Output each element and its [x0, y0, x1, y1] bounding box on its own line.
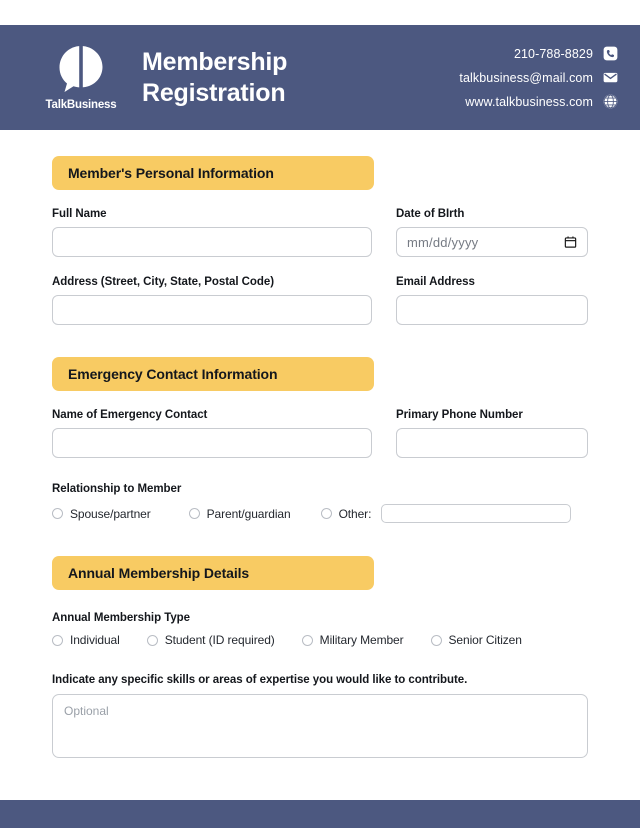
address-field-group: Address (Street, City, State, Postal Cod…: [52, 276, 372, 325]
membership-option-student[interactable]: Student (ID required): [146, 633, 275, 647]
emergency-name-input[interactable]: [52, 428, 372, 458]
emergency-row-1: Name of Emergency Contact Primary Phone …: [52, 409, 588, 458]
page-title-line2: Registration: [142, 78, 286, 107]
section-personal: Member's Personal Information: [52, 156, 588, 190]
radio-icon[interactable]: [52, 508, 63, 519]
contact-email-text: talkbusiness@mail.com: [459, 70, 593, 85]
radio-icon[interactable]: [320, 508, 332, 519]
radio-icon[interactable]: [188, 508, 200, 519]
membership-type-field-group: Annual Membership Type Individual Studen…: [52, 612, 588, 647]
phone-icon: [603, 46, 618, 61]
radio-icon[interactable]: [52, 634, 63, 646]
full-name-field-group: Full Name: [52, 208, 372, 257]
address-input[interactable]: [52, 295, 372, 325]
relationship-option-spouse-label: Spouse/partner: [70, 506, 151, 521]
personal-row-2: Address (Street, City, State, Postal Cod…: [52, 276, 588, 325]
header-contact-list: 210-788-8829 talkbusiness@mail.com www.t…: [459, 46, 618, 109]
full-name-input[interactable]: [52, 227, 372, 257]
section-header-membership: Annual Membership Details: [52, 556, 374, 590]
emergency-phone-label: Primary Phone Number: [396, 409, 523, 421]
form-body: Member's Personal Information Full Name …: [0, 156, 640, 763]
relationship-other-input[interactable]: [381, 504, 572, 523]
section-membership: Annual Membership Details: [52, 556, 588, 590]
membership-option-military-label: Military Member: [319, 633, 404, 647]
dob-placeholder-text: mm/dd/yyyy: [407, 234, 479, 250]
membership-option-individual[interactable]: Individual: [52, 633, 120, 647]
contact-website[interactable]: www.talkbusiness.com: [465, 94, 618, 109]
logo: TalkBusiness: [42, 44, 120, 111]
relationship-label: Relationship to Member: [52, 483, 182, 495]
personal-row-1: Full Name Date of BIrth mm/dd/yyyy: [52, 208, 588, 257]
email-input[interactable]: [396, 295, 588, 325]
radio-icon[interactable]: [301, 634, 313, 646]
dob-field-group: Date of BIrth mm/dd/yyyy: [396, 208, 588, 257]
dob-label: Date of BIrth: [396, 208, 465, 220]
emergency-name-label: Name of Emergency Contact: [52, 409, 208, 421]
relationship-option-other[interactable]: Other:: [320, 506, 372, 521]
page-header: TalkBusiness Membership Registration 210…: [0, 25, 640, 130]
email-label: Email Address: [396, 276, 475, 288]
page-title: Membership Registration: [142, 47, 287, 108]
skills-label: Indicate any specific skills or areas of…: [52, 674, 468, 686]
logo-wordmark: TalkBusiness: [45, 99, 117, 111]
relationship-option-parent-label: Parent/guardian: [206, 506, 291, 521]
emergency-phone-field-group: Primary Phone Number: [396, 409, 588, 458]
membership-option-senior-label: Senior Citizen: [448, 633, 522, 647]
section-header-personal: Member's Personal Information: [52, 156, 374, 190]
emergency-phone-input[interactable]: [396, 428, 588, 458]
section-header-emergency: Emergency Contact Information: [52, 357, 374, 391]
relationship-option-other-label: Other:: [338, 506, 372, 521]
email-field-group: Email Address: [396, 276, 588, 325]
relationship-radio-row: Spouse/partner Parent/guardian Other:: [52, 504, 588, 523]
membership-registration-form: TalkBusiness Membership Registration 210…: [0, 0, 640, 828]
section-emergency: Emergency Contact Information: [52, 357, 588, 391]
globe-icon: [603, 94, 618, 109]
dob-input[interactable]: mm/dd/yyyy: [396, 227, 588, 257]
top-white-strip: [0, 0, 640, 25]
membership-type-radio-row: Individual Student (ID required) Militar…: [52, 633, 588, 647]
membership-option-individual-label: Individual: [70, 633, 120, 647]
emergency-name-field-group: Name of Emergency Contact: [52, 409, 372, 458]
radio-icon[interactable]: [430, 634, 442, 646]
full-name-label: Full Name: [52, 208, 107, 220]
contact-website-text: www.talkbusiness.com: [465, 94, 593, 109]
page-footer-bar: [0, 800, 640, 828]
relationship-option-spouse[interactable]: Spouse/partner: [52, 507, 151, 521]
contact-phone-text: 210-788-8829: [513, 46, 593, 61]
relationship-field-group: Relationship to Member Spouse/partner Pa…: [52, 483, 588, 523]
calendar-icon[interactable]: [564, 236, 577, 249]
skills-textarea[interactable]: [52, 694, 588, 758]
page-title-line1: Membership: [142, 48, 288, 76]
address-label: Address (Street, City, State, Postal Cod…: [52, 276, 274, 288]
talkbusiness-logo-icon: [59, 46, 103, 92]
mail-icon: [603, 72, 618, 83]
contact-email[interactable]: talkbusiness@mail.com: [459, 70, 618, 85]
skills-field-group: Indicate any specific skills or areas of…: [52, 674, 588, 763]
contact-phone[interactable]: 210-788-8829: [514, 46, 618, 61]
membership-option-senior[interactable]: Senior Citizen: [430, 633, 522, 647]
membership-type-label: Annual Membership Type: [52, 612, 190, 624]
membership-option-student-label: Student (ID required): [164, 633, 275, 647]
relationship-option-parent[interactable]: Parent/guardian: [188, 506, 291, 521]
brand-block: TalkBusiness Membership Registration: [42, 44, 287, 111]
radio-icon[interactable]: [146, 634, 158, 646]
membership-option-military[interactable]: Military Member: [301, 633, 404, 647]
